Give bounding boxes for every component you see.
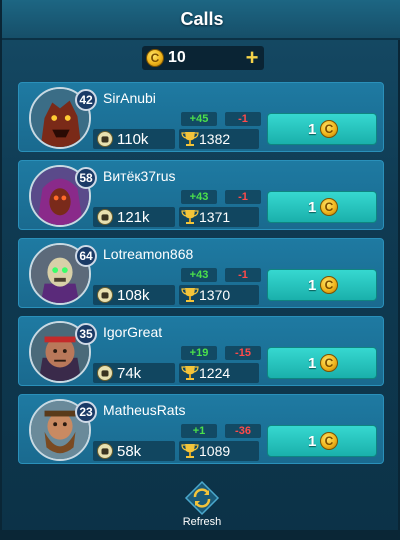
trophy-win-delta: +19 [181, 346, 217, 360]
call-cost: 1 [308, 121, 317, 138]
level-badge: 35 [75, 323, 97, 345]
power-value: 108k [117, 287, 150, 304]
call-button[interactable]: 1 C [267, 347, 377, 379]
bottom-bar [2, 530, 400, 540]
power-box: 74k [93, 363, 175, 383]
trophy-win-delta: +45 [181, 112, 217, 126]
fist-icon [97, 443, 113, 459]
trophy-lose-delta: -1 [225, 190, 261, 204]
trophy-lose-delta: -1 [225, 268, 261, 282]
power-box: 58k [93, 441, 175, 461]
coin-icon: C [320, 354, 338, 372]
coin-balance: C 10 + [142, 46, 264, 70]
fist-icon [97, 287, 113, 303]
trophy-win-delta: +43 [181, 268, 217, 282]
refresh-label: Refresh [182, 516, 222, 528]
trophy-icon [181, 130, 199, 148]
call-button[interactable]: 1 C [267, 269, 377, 301]
trophy-icon [181, 364, 199, 382]
opponent-card: 23 MatheusRats +1 -36 58k 1089 1 C [18, 394, 384, 464]
power-box: 108k [93, 285, 175, 305]
trophy-box: 1224 [179, 363, 259, 383]
trophy-box: 1382 [179, 129, 259, 149]
level-badge: 64 [75, 245, 97, 267]
call-cost: 1 [308, 355, 317, 372]
player-name: MatheusRats [103, 402, 186, 418]
call-button[interactable]: 1 C [267, 113, 377, 145]
call-cost: 1 [308, 199, 317, 216]
coin-icon: C [146, 49, 164, 67]
power-value: 74k [117, 365, 142, 382]
call-cost: 1 [308, 433, 317, 450]
player-name: Витёк37rus [103, 168, 176, 184]
power-value: 110k [117, 131, 149, 148]
player-name: SirAnubi [103, 90, 156, 106]
trophy-lose-delta: -15 [225, 346, 261, 360]
trophy-count: 1371 [199, 209, 231, 225]
coin-icon: C [320, 120, 338, 138]
trophy-win-delta: +43 [181, 190, 217, 204]
trophy-lose-delta: -1 [225, 112, 261, 126]
trophy-icon [181, 286, 199, 304]
trophy-lose-delta: -36 [225, 424, 261, 438]
power-value: 58k [117, 443, 142, 460]
opponent-card: 58 Витёк37rus +43 -1 121k 1371 1 C [18, 160, 384, 230]
power-box: 121k [93, 207, 175, 227]
refresh-icon [184, 480, 220, 516]
coin-icon: C [320, 432, 338, 450]
trophy-count: 1224 [199, 365, 231, 381]
opponent-card: 42 SirAnubi +45 -1 110k 1382 1 C [18, 82, 384, 152]
call-button[interactable]: 1 C [267, 425, 377, 457]
opponent-card: 64 Lotreamon868 +43 -1 108k 1370 1 C [18, 238, 384, 308]
refresh-button[interactable] [182, 480, 222, 516]
trophy-box: 1370 [179, 285, 259, 305]
opponent-card: 35 IgorGreat +19 -15 74k 1224 1 C [18, 316, 384, 386]
player-name: IgorGreat [103, 324, 163, 340]
trophy-win-delta: +1 [181, 424, 217, 438]
trophy-count: 1382 [199, 131, 231, 147]
trophy-count: 1089 [199, 443, 231, 459]
trophy-box: 1089 [179, 441, 259, 461]
trophy-count: 1370 [199, 287, 231, 303]
calls-window: Calls C 10 + 42 SirAnubi +45 -1 110k 138… [0, 0, 400, 540]
trophy-box: 1371 [179, 207, 259, 227]
power-box: 110k [93, 129, 175, 149]
trophy-icon [181, 442, 199, 460]
window-title: Calls [180, 9, 224, 29]
balance-value: 10 [168, 49, 186, 66]
player-name: Lotreamon868 [103, 246, 194, 262]
trophy-icon [181, 208, 199, 226]
level-badge: 42 [75, 89, 97, 111]
fist-icon [97, 131, 113, 147]
coin-icon: C [320, 198, 338, 216]
title-bar: Calls [2, 0, 400, 40]
call-button[interactable]: 1 C [267, 191, 377, 223]
level-badge: 23 [75, 401, 97, 423]
add-coins-button[interactable]: + [240, 46, 264, 70]
coin-icon: C [320, 276, 338, 294]
level-badge: 58 [75, 167, 97, 189]
call-cost: 1 [308, 277, 317, 294]
fist-icon [97, 365, 113, 381]
power-value: 121k [117, 209, 150, 226]
fist-icon [97, 209, 113, 225]
